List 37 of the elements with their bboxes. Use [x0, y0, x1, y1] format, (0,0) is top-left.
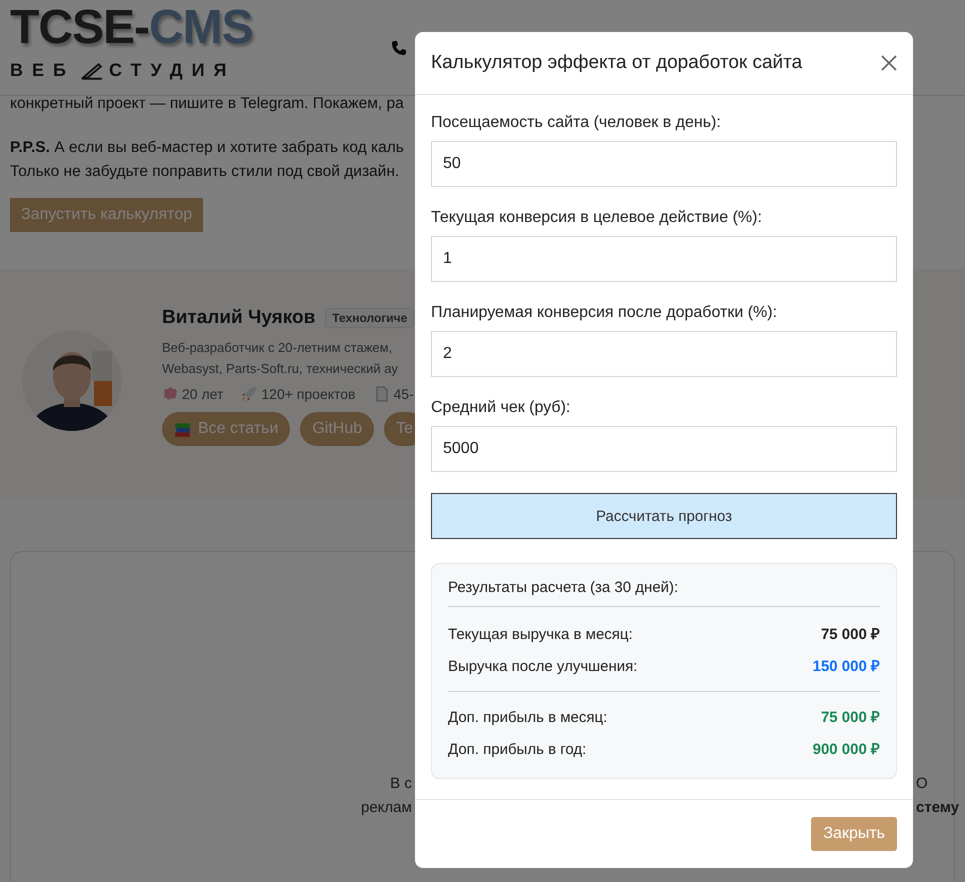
input-field[interactable]: 2: [431, 331, 897, 377]
results-title: Результаты расчета (за 30 дней):: [448, 579, 880, 607]
author-bio: Webasyst, Parts-Soft.ru, технический ау: [162, 360, 399, 378]
card-text: стему: [916, 798, 960, 818]
card-text: реклам: [361, 798, 412, 818]
field-label: Посещаемость сайта (человек в день):: [431, 113, 722, 133]
field-label: Средний чек (руб):: [431, 398, 572, 418]
stat-text: 45-: [394, 386, 414, 402]
stat-text: 120+ проектов: [261, 386, 356, 402]
result-value: 150 000 ₽: [812, 657, 880, 677]
input-field[interactable]: 50: [431, 141, 897, 187]
logo-subtitle: СТУДИЯ: [108, 60, 236, 81]
input-field[interactable]: 1: [431, 236, 897, 282]
logo-text: CMS: [149, 1, 253, 54]
calculate-button[interactable]: Рассчитать прогноз: [431, 493, 897, 539]
stat-text: 20 лет: [182, 386, 224, 402]
author-name: Виталий Чуяков: [162, 307, 316, 329]
result-value: 900 000 ₽: [812, 740, 880, 760]
result-value: 75 000 ₽: [820, 708, 880, 728]
author-badge: Технологиче: [325, 308, 414, 328]
field-label: Планируемая конверсия после доработки (%):: [431, 303, 778, 323]
article-text: Только не забудьте поправить стили под свой дизайн.: [10, 162, 400, 182]
card-text: О: [916, 774, 929, 794]
logo-text: TCSE-: [10, 1, 149, 54]
field-label: Текущая конверсия в целевое действие (%):: [431, 208, 763, 228]
result-label: Доп. прибыль в год:: [448, 740, 586, 760]
result-label: Текущая выручка в месяц:: [448, 625, 633, 645]
author-bio: Веб-разработчик с 20-летним стажем,: [162, 339, 394, 357]
dialog-title: Калькулятор эффекта от доработок сайта: [431, 52, 802, 74]
card-text: В с: [389, 774, 412, 794]
result-label: Выручка после улучшения:: [448, 657, 638, 677]
result-label: Доп. прибыль в месяц:: [448, 708, 608, 728]
article-text: конкретный проект — пишите в Telegram. Покажем, ра: [10, 94, 404, 114]
logo-subtitle: ВЕБ: [10, 60, 75, 81]
result-value: 75 000 ₽: [820, 625, 880, 645]
input-field[interactable]: 5000: [431, 426, 897, 472]
article-text: P.P.S. А если вы веб-мастер и хотите забрать код каль: [10, 138, 404, 158]
